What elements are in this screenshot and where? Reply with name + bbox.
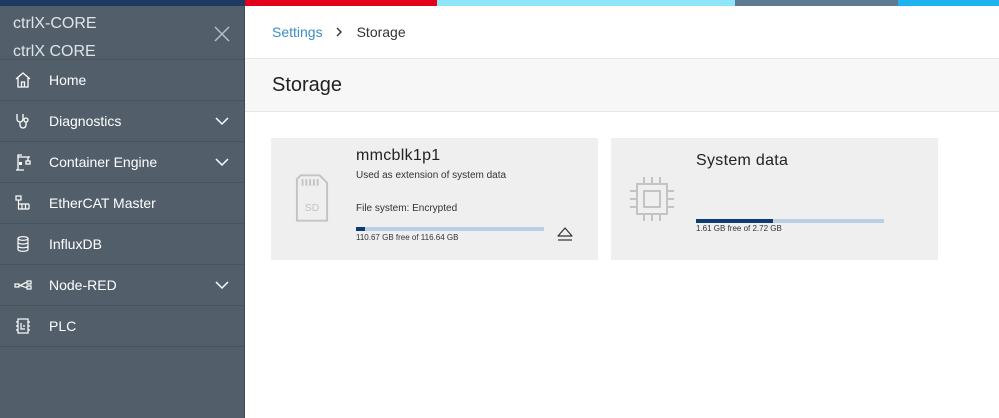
chevron-right-icon	[336, 27, 342, 37]
sidebar-item-label: InfluxDB	[49, 236, 102, 252]
sidebar-item-label: EtherCAT Master	[49, 195, 156, 211]
sd-card-icon: SD	[295, 174, 329, 222]
chip-icon	[630, 177, 674, 221]
sidebar-item-influxdb[interactable]: InfluxDB	[0, 223, 244, 264]
storage-card-sd[interactable]: SD mmcblk1p1 Used as extension of system…	[271, 138, 598, 260]
storage-name: mmcblk1p1	[356, 147, 441, 164]
sidebar-item-container-engine[interactable]: Container Engine	[0, 141, 244, 182]
storage-usage-bar	[696, 219, 884, 223]
chevron-down-icon[interactable]	[214, 156, 230, 168]
sidebar-item-label: Home	[49, 72, 87, 88]
sidebar-item-home[interactable]: Home	[0, 59, 244, 100]
storage-usage-fill	[696, 219, 774, 223]
node-flow-icon	[14, 280, 32, 290]
storage-free-text: 1.61 GB free of 2.72 GB	[696, 224, 782, 233]
storage-usage-fill	[356, 227, 366, 231]
sidebar-item-plc[interactable]: PLC	[0, 305, 244, 347]
storage-name: System data	[696, 152, 789, 169]
eject-icon[interactable]	[556, 226, 574, 242]
main-content: Settings Storage Storage SD mmcblk1p1 Us…	[245, 6, 999, 418]
sidebar-item-node-red[interactable]: Node-RED	[0, 264, 244, 305]
sidebar-nav: Home Diagnostics Container Engine EtherC…	[0, 59, 244, 347]
sidebar-item-diagnostics[interactable]: Diagnostics	[0, 100, 244, 141]
breadcrumb-settings-link[interactable]: Settings	[272, 24, 323, 40]
home-icon	[15, 72, 31, 88]
sidebar: ctrlX-CORE ctrlX CORE Home Diagnostics C…	[0, 6, 245, 418]
storage-description: Used as extension of system data	[356, 170, 507, 181]
chevron-down-icon[interactable]	[214, 279, 230, 291]
breadcrumb-current: Storage	[356, 24, 406, 40]
sidebar-item-label: PLC	[49, 318, 77, 334]
plc-icon	[16, 318, 30, 334]
database-icon	[17, 236, 29, 252]
sidebar-item-label: Container Engine	[49, 154, 158, 170]
app-title: ctrlX-CORE ctrlX CORE	[13, 10, 97, 66]
chevron-down-icon[interactable]	[214, 115, 230, 127]
sd-card-icon-text: SD	[305, 203, 319, 214]
storage-usage-bar	[356, 227, 544, 231]
crane-icon	[16, 154, 31, 171]
stethoscope-icon	[16, 114, 29, 129]
filesystem-status: File system: Encrypted	[356, 203, 458, 214]
breadcrumb: Settings Storage	[272, 24, 406, 40]
sidebar-item-label: Diagnostics	[49, 113, 122, 129]
sidebar-item-ethercat-master[interactable]: EtherCAT Master	[0, 182, 244, 223]
storage-card-system-data[interactable]: System data 1.61 GB free of 2.72 GB	[611, 138, 938, 260]
network-tree-icon	[15, 195, 30, 210]
sidebar-item-label: Node-RED	[49, 277, 117, 293]
storage-free-text: 110.67 GB free of 116.64 GB	[356, 233, 459, 242]
app-title-line1: ctrlX-CORE	[13, 15, 97, 32]
page-header: Storage	[245, 58, 999, 112]
page-title: Storage	[272, 74, 343, 96]
close-icon[interactable]	[213, 25, 231, 43]
